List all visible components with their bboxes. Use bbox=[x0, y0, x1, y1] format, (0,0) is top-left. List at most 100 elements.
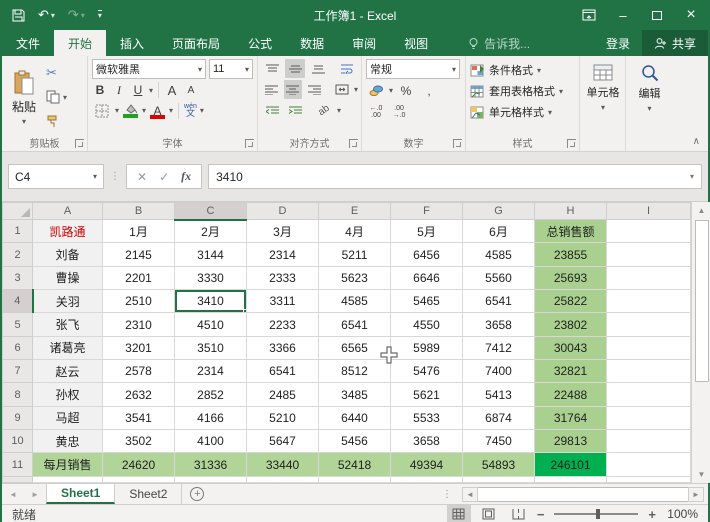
cell-C7[interactable]: 2314 bbox=[175, 360, 247, 383]
cell-G11[interactable]: 54893 bbox=[463, 453, 535, 476]
accounting-format-button[interactable] bbox=[366, 81, 386, 100]
cell-A8[interactable]: 孙权 bbox=[33, 383, 103, 406]
cell-A6[interactable]: 诸葛亮 bbox=[33, 336, 103, 359]
scroll-left-icon[interactable]: ◄ bbox=[462, 487, 478, 502]
cell-B8[interactable]: 2632 bbox=[103, 383, 175, 406]
name-box[interactable]: C4▾ bbox=[8, 164, 104, 189]
column-header-C[interactable]: C bbox=[175, 203, 247, 220]
cell-I10[interactable] bbox=[607, 430, 691, 453]
sheet-tab-sheet2[interactable]: Sheet2 bbox=[115, 484, 182, 504]
cell-G2[interactable]: 4585 bbox=[463, 243, 535, 266]
cell-H9[interactable]: 31764 bbox=[535, 406, 607, 429]
cell-A4[interactable]: 关羽 bbox=[33, 290, 103, 313]
cancel-button[interactable]: ✕ bbox=[137, 170, 147, 184]
paste-button[interactable]: 粘贴 ▾ bbox=[6, 59, 42, 136]
cell-D5[interactable]: 2233 bbox=[247, 313, 319, 336]
cell-H6[interactable]: 30043 bbox=[535, 336, 607, 359]
cell-H11[interactable]: 246101 bbox=[535, 453, 607, 476]
cell-I1[interactable] bbox=[607, 220, 691, 243]
row-header-9[interactable]: 9 bbox=[3, 406, 33, 429]
cell-G8[interactable]: 5413 bbox=[463, 383, 535, 406]
cell-I4[interactable] bbox=[607, 290, 691, 313]
row-header-6[interactable]: 6 bbox=[3, 336, 33, 359]
tab-insert[interactable]: 插入 bbox=[106, 30, 158, 56]
column-header-G[interactable]: G bbox=[463, 203, 535, 220]
page-break-view-button[interactable] bbox=[507, 505, 531, 522]
row-header-7[interactable]: 7 bbox=[3, 360, 33, 383]
decrease-decimal-button[interactable]: .00→.0 bbox=[389, 102, 409, 121]
middle-align-button[interactable] bbox=[285, 59, 305, 78]
increase-decimal-button[interactable]: ←.0.00 bbox=[366, 102, 386, 121]
vertical-scroll-thumb[interactable] bbox=[695, 220, 709, 382]
cut-button[interactable]: ✂ bbox=[46, 63, 67, 83]
cell-C2[interactable]: 3144 bbox=[175, 243, 247, 266]
cell-C10[interactable]: 4100 bbox=[175, 430, 247, 453]
formula-input[interactable]: 3410▾ bbox=[208, 164, 702, 189]
font-name-select[interactable]: 微软雅黑▾ bbox=[92, 59, 206, 79]
tab-page-layout[interactable]: 页面布局 bbox=[158, 30, 234, 56]
cell-G5[interactable]: 3658 bbox=[463, 313, 535, 336]
row-header-10[interactable]: 10 bbox=[3, 430, 33, 453]
bottom-align-button[interactable] bbox=[308, 59, 328, 78]
styles-dialog-launcher[interactable] bbox=[567, 139, 576, 148]
cell-D1[interactable]: 3月 bbox=[247, 220, 319, 243]
cell-D4[interactable]: 3311 bbox=[247, 290, 319, 313]
cell-A3[interactable]: 曹操 bbox=[33, 266, 103, 289]
cell-F10[interactable]: 3658 bbox=[391, 430, 463, 453]
cell-B2[interactable]: 2145 bbox=[103, 243, 175, 266]
sheet-tab-sheet1[interactable]: Sheet1 bbox=[46, 484, 115, 504]
cell-H12[interactable] bbox=[535, 476, 607, 482]
tab-file[interactable]: 文件 bbox=[2, 30, 54, 56]
cell-B3[interactable]: 2201 bbox=[103, 266, 175, 289]
cell-F6[interactable]: 5989 bbox=[391, 336, 463, 359]
editing-button[interactable]: 编辑 ▾ bbox=[639, 64, 661, 113]
copy-button[interactable]: ▾ bbox=[46, 87, 67, 107]
number-dialog-launcher[interactable] bbox=[453, 139, 462, 148]
cell-C5[interactable]: 4510 bbox=[175, 313, 247, 336]
ribbon-display-options-button[interactable] bbox=[572, 0, 606, 30]
cell-H8[interactable]: 22488 bbox=[535, 383, 607, 406]
row-header-3[interactable]: 3 bbox=[3, 266, 33, 289]
cell-H4[interactable]: 25822 bbox=[535, 290, 607, 313]
cell-I5[interactable] bbox=[607, 313, 691, 336]
cell-H7[interactable]: 32821 bbox=[535, 360, 607, 383]
tell-me-box[interactable]: 告诉我... bbox=[456, 30, 542, 56]
cell-I12[interactable] bbox=[607, 476, 691, 482]
format-painter-button[interactable] bbox=[46, 111, 67, 131]
cell-E4[interactable]: 4585 bbox=[319, 290, 391, 313]
cell-H3[interactable]: 25693 bbox=[535, 266, 607, 289]
fill-color-button[interactable] bbox=[122, 104, 139, 117]
column-header-H[interactable]: H bbox=[535, 203, 607, 220]
cell-F9[interactable]: 5533 bbox=[391, 406, 463, 429]
percent-style-button[interactable]: % bbox=[396, 81, 416, 100]
cell-E2[interactable]: 5211 bbox=[319, 243, 391, 266]
tab-formulas[interactable]: 公式 bbox=[234, 30, 286, 56]
cell-styles-button[interactable]: 单元格样式▾ bbox=[470, 104, 576, 120]
cell-C4[interactable]: 3410 bbox=[175, 290, 247, 313]
enter-button[interactable]: ✓ bbox=[159, 170, 169, 184]
clipboard-dialog-launcher[interactable] bbox=[75, 139, 84, 148]
row-header-1[interactable]: 1 bbox=[3, 220, 33, 243]
cell-G12[interactable] bbox=[463, 476, 535, 482]
maximize-button[interactable] bbox=[640, 0, 674, 30]
column-header-F[interactable]: F bbox=[391, 203, 463, 220]
cell-E6[interactable]: 6565 bbox=[319, 336, 391, 359]
formula-bar-divider[interactable]: ⋮ bbox=[110, 171, 120, 182]
cell-H2[interactable]: 23855 bbox=[535, 243, 607, 266]
shrink-font-button[interactable]: A bbox=[183, 85, 199, 96]
new-sheet-button[interactable]: + bbox=[182, 484, 212, 504]
close-button[interactable]: × bbox=[674, 0, 708, 30]
cell-D3[interactable]: 2333 bbox=[247, 266, 319, 289]
cell-D12[interactable] bbox=[247, 476, 319, 482]
redo-button[interactable]: ↷▾ bbox=[68, 7, 85, 23]
zoom-out-button[interactable]: − bbox=[537, 507, 545, 522]
cell-G7[interactable]: 7400 bbox=[463, 360, 535, 383]
cell-A7[interactable]: 赵云 bbox=[33, 360, 103, 383]
normal-view-button[interactable] bbox=[447, 505, 471, 522]
cell-E3[interactable]: 5623 bbox=[319, 266, 391, 289]
cell-D7[interactable]: 6541 bbox=[247, 360, 319, 383]
font-dialog-launcher[interactable] bbox=[245, 139, 254, 148]
cell-E1[interactable]: 4月 bbox=[319, 220, 391, 243]
column-header-A[interactable]: A bbox=[33, 203, 103, 220]
cell-G6[interactable]: 7412 bbox=[463, 336, 535, 359]
